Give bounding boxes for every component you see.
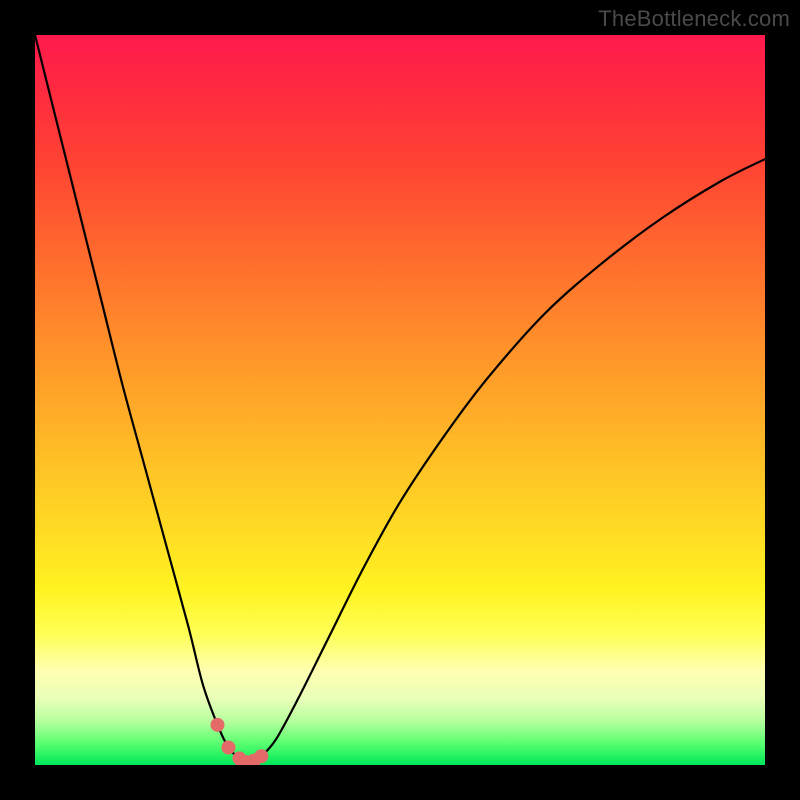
- plot-area: [35, 35, 765, 765]
- marker-group: [211, 718, 269, 765]
- marker-point: [221, 740, 235, 754]
- watermark-text: TheBottleneck.com: [598, 6, 790, 32]
- bottleneck-curve: [35, 35, 765, 762]
- marker-point: [211, 718, 225, 732]
- chart-frame: TheBottleneck.com: [0, 0, 800, 800]
- marker-point: [254, 749, 268, 763]
- chart-svg: [35, 35, 765, 765]
